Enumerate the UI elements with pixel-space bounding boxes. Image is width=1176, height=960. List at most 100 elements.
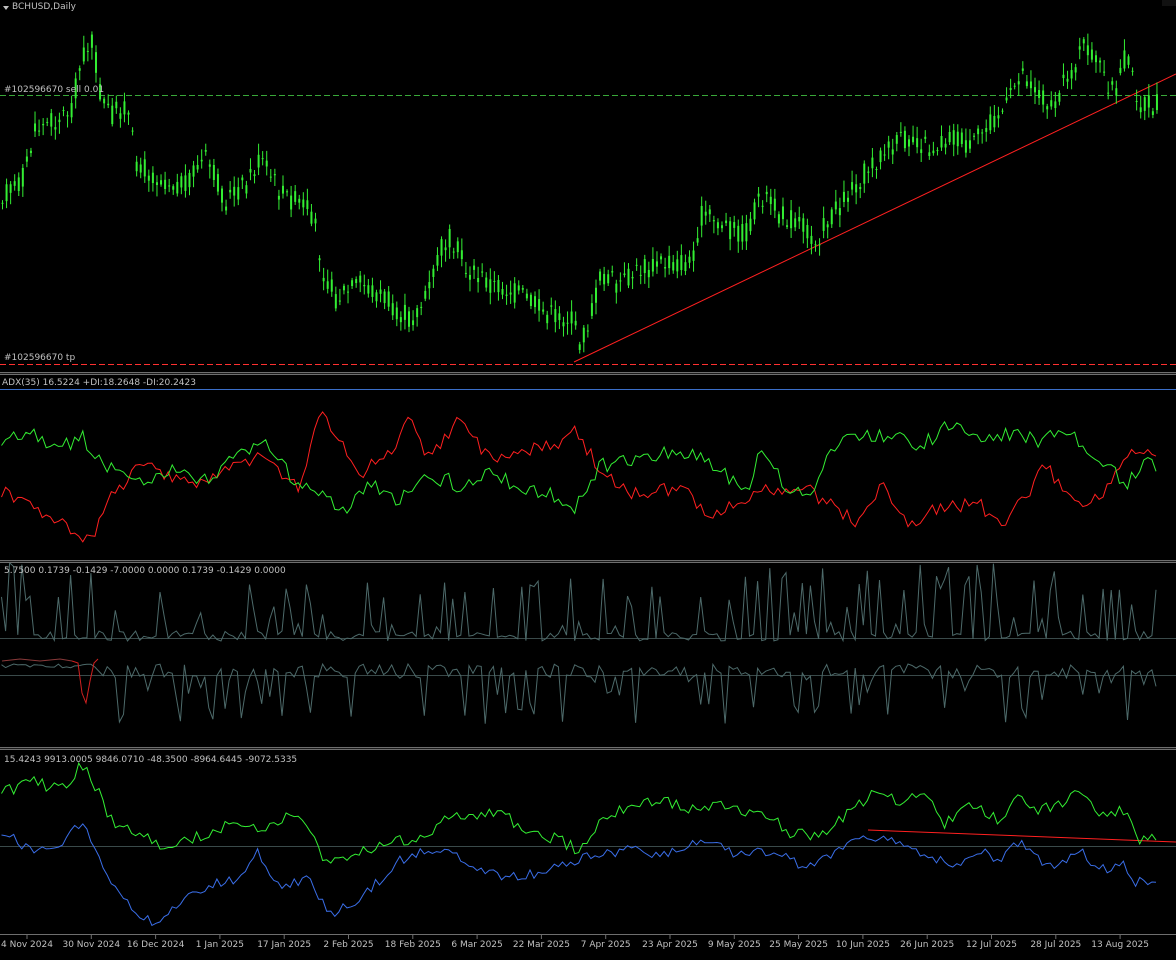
candle-body — [704, 211, 707, 216]
candle-body — [1050, 100, 1053, 107]
candle-body — [716, 222, 719, 229]
volume-indicator-svg — [0, 761, 1176, 927]
candle-body — [290, 195, 293, 210]
candle-body — [237, 187, 240, 200]
candle-body — [1078, 46, 1081, 50]
candle-body — [151, 172, 154, 184]
candle-body — [82, 47, 85, 62]
candle-body — [863, 163, 866, 184]
candle-body — [834, 201, 837, 210]
candle-body — [631, 276, 634, 279]
price-chart-pane[interactable]: BCHUSD,Daily #102596670 sell 0.01 #10259… — [0, 0, 1176, 372]
candle-body — [225, 206, 228, 211]
candle-body — [212, 164, 215, 180]
candle-body — [907, 139, 910, 147]
minus-di-line — [1, 411, 1157, 543]
candle-body — [1066, 78, 1069, 82]
candle-body — [859, 186, 862, 190]
candle-body — [773, 198, 776, 211]
candle-body — [794, 218, 797, 228]
candle-body — [769, 196, 772, 205]
sell-order-label: #102596670 sell 0.01 — [4, 85, 105, 95]
adx-pane[interactable]: ADX(35) 16.5224 +DI:18.2648 -DI:20.2423 — [0, 375, 1176, 560]
candle-body — [464, 272, 467, 274]
candle-body — [956, 131, 959, 147]
candle-body — [1, 202, 4, 204]
candle-body — [741, 224, 744, 242]
candle-body — [940, 136, 943, 148]
candle-body — [501, 289, 504, 295]
candle-body — [21, 167, 24, 187]
candle-body — [562, 322, 565, 327]
candle-body — [855, 184, 858, 193]
candle-body — [216, 174, 219, 192]
candle-body — [119, 113, 122, 119]
candle-body — [363, 284, 366, 287]
candle-body — [164, 179, 167, 190]
candle-body — [521, 288, 524, 290]
candle-body — [973, 135, 976, 137]
candle-body — [184, 175, 187, 191]
candle-body — [753, 202, 756, 220]
candle-body — [883, 154, 886, 156]
candle-body — [383, 291, 386, 304]
candle-body — [1155, 94, 1158, 111]
candle-body — [94, 52, 97, 73]
candle-body — [334, 294, 337, 309]
candle-body — [1001, 110, 1004, 112]
candle-body — [623, 273, 626, 276]
candle-body — [9, 184, 12, 193]
candle-body — [542, 309, 545, 312]
candle-body — [481, 271, 484, 273]
candle-body — [790, 210, 793, 229]
candle-body — [932, 150, 935, 154]
candle-body — [473, 265, 476, 270]
oscillator-pane[interactable]: 5.7500 0.1739 -0.1429 -7.0000 0.0000 0.1… — [0, 563, 1176, 747]
candle-body — [509, 292, 512, 295]
candle-body — [993, 115, 996, 128]
candle-body — [627, 268, 630, 286]
candle-body — [513, 283, 516, 303]
candle-body — [688, 256, 691, 263]
candle-body — [229, 189, 232, 193]
candle-body — [143, 159, 146, 177]
candle-body — [558, 313, 561, 321]
candle-body — [802, 218, 805, 232]
candle-body — [635, 264, 638, 266]
candle-body — [1151, 111, 1154, 115]
candle-body — [725, 220, 728, 224]
candle-body — [50, 113, 53, 127]
candle-body — [342, 285, 345, 291]
candle-body — [1107, 92, 1110, 94]
candle-body — [712, 220, 715, 222]
dropdown-arrow-icon[interactable] — [3, 6, 9, 10]
candle-body — [160, 180, 163, 185]
candle-body — [485, 277, 488, 288]
candle-body — [781, 206, 784, 220]
candle-body — [90, 34, 93, 48]
candle-body — [395, 307, 398, 320]
candle-body — [586, 330, 589, 332]
candle-body — [895, 135, 898, 144]
candle-body — [879, 150, 882, 163]
candle-body — [497, 279, 500, 293]
candle-body — [367, 285, 370, 294]
candle-body — [314, 218, 317, 224]
candle-body — [379, 289, 382, 294]
candle-body — [903, 130, 906, 149]
candle-body — [936, 150, 939, 152]
candle-body — [1115, 88, 1118, 96]
time-axis-tick-label: 1 Jan 2025 — [195, 940, 245, 950]
candle-body — [525, 293, 528, 299]
candle-body — [477, 277, 480, 283]
candle-body — [696, 238, 699, 243]
candle-body — [867, 171, 870, 173]
candle-body — [306, 200, 309, 210]
volume-indicator-label: 15.4243 9913.0005 9846.0710 -48.3500 -89… — [4, 755, 298, 765]
candle-body — [168, 185, 171, 187]
volume-indicator-pane[interactable]: 15.4243 9913.0005 9846.0710 -48.3500 -89… — [0, 750, 1176, 934]
candle-body — [582, 327, 585, 343]
candle-body — [912, 136, 915, 143]
candle-body — [997, 115, 1000, 119]
candle-body — [107, 103, 110, 106]
